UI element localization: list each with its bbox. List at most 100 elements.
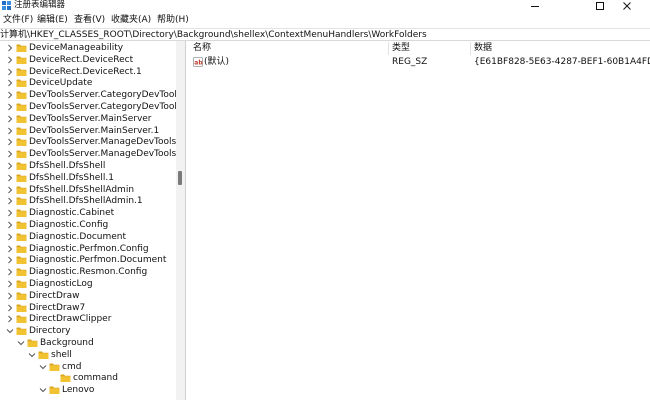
chevron-right-icon[interactable] bbox=[6, 266, 14, 278]
tree-item[interactable]: Diagnostic.Perfmon.Config bbox=[0, 243, 176, 255]
tree-item[interactable]: DeviceManageability bbox=[0, 42, 176, 54]
column-header-data[interactable]: 数据 bbox=[474, 42, 492, 55]
chevron-right-icon[interactable] bbox=[6, 125, 14, 137]
tree-item[interactable]: shell bbox=[0, 349, 176, 361]
menu-edit[interactable]: 编辑(E) bbox=[37, 13, 68, 27]
folder-icon bbox=[16, 150, 27, 159]
chevron-right-icon[interactable] bbox=[6, 42, 14, 54]
tree-item[interactable]: DfsShell.DfsShell bbox=[0, 160, 176, 172]
tree-item[interactable]: DirectDraw bbox=[0, 290, 176, 302]
chevron-down-icon[interactable] bbox=[39, 384, 47, 396]
tree-item[interactable]: DfsShell.DfsShellAdmin.1 bbox=[0, 195, 176, 207]
folder-icon bbox=[16, 44, 27, 52]
chevron-right-icon[interactable] bbox=[6, 313, 14, 325]
chevron-right-icon[interactable] bbox=[6, 219, 14, 231]
tree-item[interactable]: DfsShell.DfsShell.1 bbox=[0, 172, 176, 184]
close-button[interactable] bbox=[604, 0, 650, 11]
chevron-right-icon[interactable] bbox=[6, 172, 14, 184]
chevron-down-icon[interactable] bbox=[28, 349, 36, 361]
address-path[interactable]: 计算机\HKEY_CLASSES_ROOT\Directory\Backgrou… bbox=[0, 29, 427, 41]
column-separator[interactable] bbox=[388, 42, 389, 55]
chevron-right-icon[interactable] bbox=[6, 101, 14, 113]
tree-item[interactable]: Diagnostic.Document bbox=[0, 231, 176, 243]
folder-icon bbox=[16, 79, 27, 88]
tree-item[interactable]: command bbox=[0, 372, 176, 384]
address-bar[interactable]: 计算机\HKEY_CLASSES_ROOT\Directory\Backgrou… bbox=[0, 28, 650, 41]
tree-scrollbar-thumb[interactable] bbox=[178, 171, 182, 185]
tree-item-label: DevToolsServer.MainServer.1 bbox=[29, 125, 160, 136]
folder-icon bbox=[16, 115, 27, 123]
folder-icon bbox=[60, 374, 71, 383]
folder-icon bbox=[16, 56, 27, 64]
tree-item[interactable]: DirectDraw7 bbox=[0, 302, 176, 314]
chevron-right-icon[interactable] bbox=[6, 54, 14, 66]
tree-item-label: Directory bbox=[29, 326, 71, 337]
column-header-type[interactable]: 类型 bbox=[392, 42, 410, 55]
tree-item[interactable]: DevToolsServer.MainServer bbox=[0, 113, 176, 125]
tree-item-label: Diagnostic.Resmon.Config bbox=[29, 267, 148, 278]
tree-item[interactable]: DfsShell.DfsShellAdmin bbox=[0, 184, 176, 196]
regedit-app-icon bbox=[2, 1, 11, 10]
tree-item[interactable]: Background bbox=[0, 337, 176, 349]
value-data: {E61BF828-5E63-4287-BEF1-60B1A4FDE0E3} bbox=[474, 57, 650, 67]
tree-item[interactable]: Diagnostic.Resmon.Config bbox=[0, 266, 176, 278]
tree-item[interactable]: Diagnostic.Perfmon.Document bbox=[0, 254, 176, 266]
chevron-right-icon[interactable] bbox=[6, 160, 14, 172]
folder-icon bbox=[16, 292, 27, 300]
chevron-right-icon[interactable] bbox=[6, 290, 14, 302]
tree-item[interactable]: DeviceRect.DeviceRect bbox=[0, 54, 176, 66]
menu-file[interactable]: 文件(F) bbox=[3, 13, 33, 27]
tree-item[interactable]: DeviceRect.DeviceRect.1 bbox=[0, 66, 176, 78]
column-header-name[interactable]: 名称 bbox=[193, 42, 211, 55]
chevron-right-icon[interactable] bbox=[6, 231, 14, 243]
chevron-right-icon[interactable] bbox=[6, 278, 14, 290]
chevron-down-icon[interactable] bbox=[17, 337, 25, 349]
chevron-right-icon[interactable] bbox=[6, 184, 14, 196]
tree-item[interactable]: DevToolsServer.MainServer.1 bbox=[0, 125, 176, 137]
tree-item[interactable]: Diagnostic.Config bbox=[0, 219, 176, 231]
registry-tree: DeviceManageability DeviceRect.DeviceRect… bbox=[0, 41, 176, 400]
menu-view[interactable]: 查看(V) bbox=[74, 13, 105, 27]
tree-item[interactable]: Directory bbox=[0, 325, 176, 337]
tree-item-label: Background bbox=[40, 338, 94, 348]
tree-item[interactable]: DirectDrawClipper bbox=[0, 313, 176, 325]
chevron-right-icon[interactable] bbox=[6, 302, 14, 314]
menu-favorites[interactable]: 收藏夹(A) bbox=[111, 13, 151, 27]
chevron-right-icon[interactable] bbox=[6, 148, 14, 160]
menu-bar: 文件(F) 编辑(E) 查看(V) 收藏夹(A) 帮助(H) bbox=[0, 12, 650, 28]
tree-scrollbar[interactable] bbox=[176, 41, 185, 400]
value-row[interactable]: ab (默认) REG_SZ {E61BF828-5E63-4287-BEF1-… bbox=[190, 56, 650, 69]
tree-item[interactable]: DevToolsServer.CategoryDevTools bbox=[0, 89, 176, 101]
folder-icon bbox=[16, 315, 27, 324]
tree-item-label: DeviceRect.DeviceRect bbox=[29, 54, 134, 65]
tree-item-label: Diagnostic.Config bbox=[29, 220, 109, 230]
tree-item-label: DfsShell.DfsShellAdmin.1 bbox=[29, 196, 143, 207]
tree-item[interactable]: cmd bbox=[0, 361, 176, 373]
tree-item[interactable]: DevToolsServer.ManageDevTools bbox=[0, 136, 176, 148]
chevron-right-icon[interactable] bbox=[6, 195, 14, 207]
chevron-right-icon[interactable] bbox=[6, 136, 14, 148]
chevron-right-icon[interactable] bbox=[6, 243, 14, 255]
tree-item-label: DfsShell.DfsShell.1 bbox=[29, 172, 114, 183]
tree-item-label: DfsShell.DfsShell bbox=[29, 161, 106, 171]
chevron-right-icon[interactable] bbox=[6, 89, 14, 101]
chevron-right-icon[interactable] bbox=[6, 66, 14, 78]
tree-item[interactable]: Lenovo bbox=[0, 384, 176, 396]
tree-item[interactable]: Diagnostic.Cabinet bbox=[0, 207, 176, 219]
chevron-right-icon[interactable] bbox=[6, 254, 14, 266]
chevron-right-icon[interactable] bbox=[6, 77, 14, 89]
column-separator[interactable] bbox=[470, 42, 471, 55]
tree-item[interactable]: DiagnosticLog bbox=[0, 278, 176, 290]
chevron-right-icon[interactable] bbox=[6, 207, 14, 219]
tree-item[interactable]: DevToolsServer.CategoryDevTools.1 bbox=[0, 101, 176, 113]
chevron-down-icon[interactable] bbox=[6, 325, 14, 337]
tree-item[interactable]: DeviceUpdate bbox=[0, 77, 176, 89]
menu-help[interactable]: 帮助(H) bbox=[157, 13, 189, 27]
folder-icon bbox=[16, 127, 27, 135]
tree-item-label: Diagnostic.Cabinet bbox=[29, 208, 115, 219]
tree-item[interactable]: DevToolsServer.ManageDevTools.1 bbox=[0, 148, 176, 160]
folder-icon bbox=[16, 103, 27, 111]
chevron-right-icon[interactable] bbox=[6, 113, 14, 125]
minimize-button[interactable] bbox=[512, 0, 558, 11]
chevron-down-icon[interactable] bbox=[39, 361, 47, 373]
